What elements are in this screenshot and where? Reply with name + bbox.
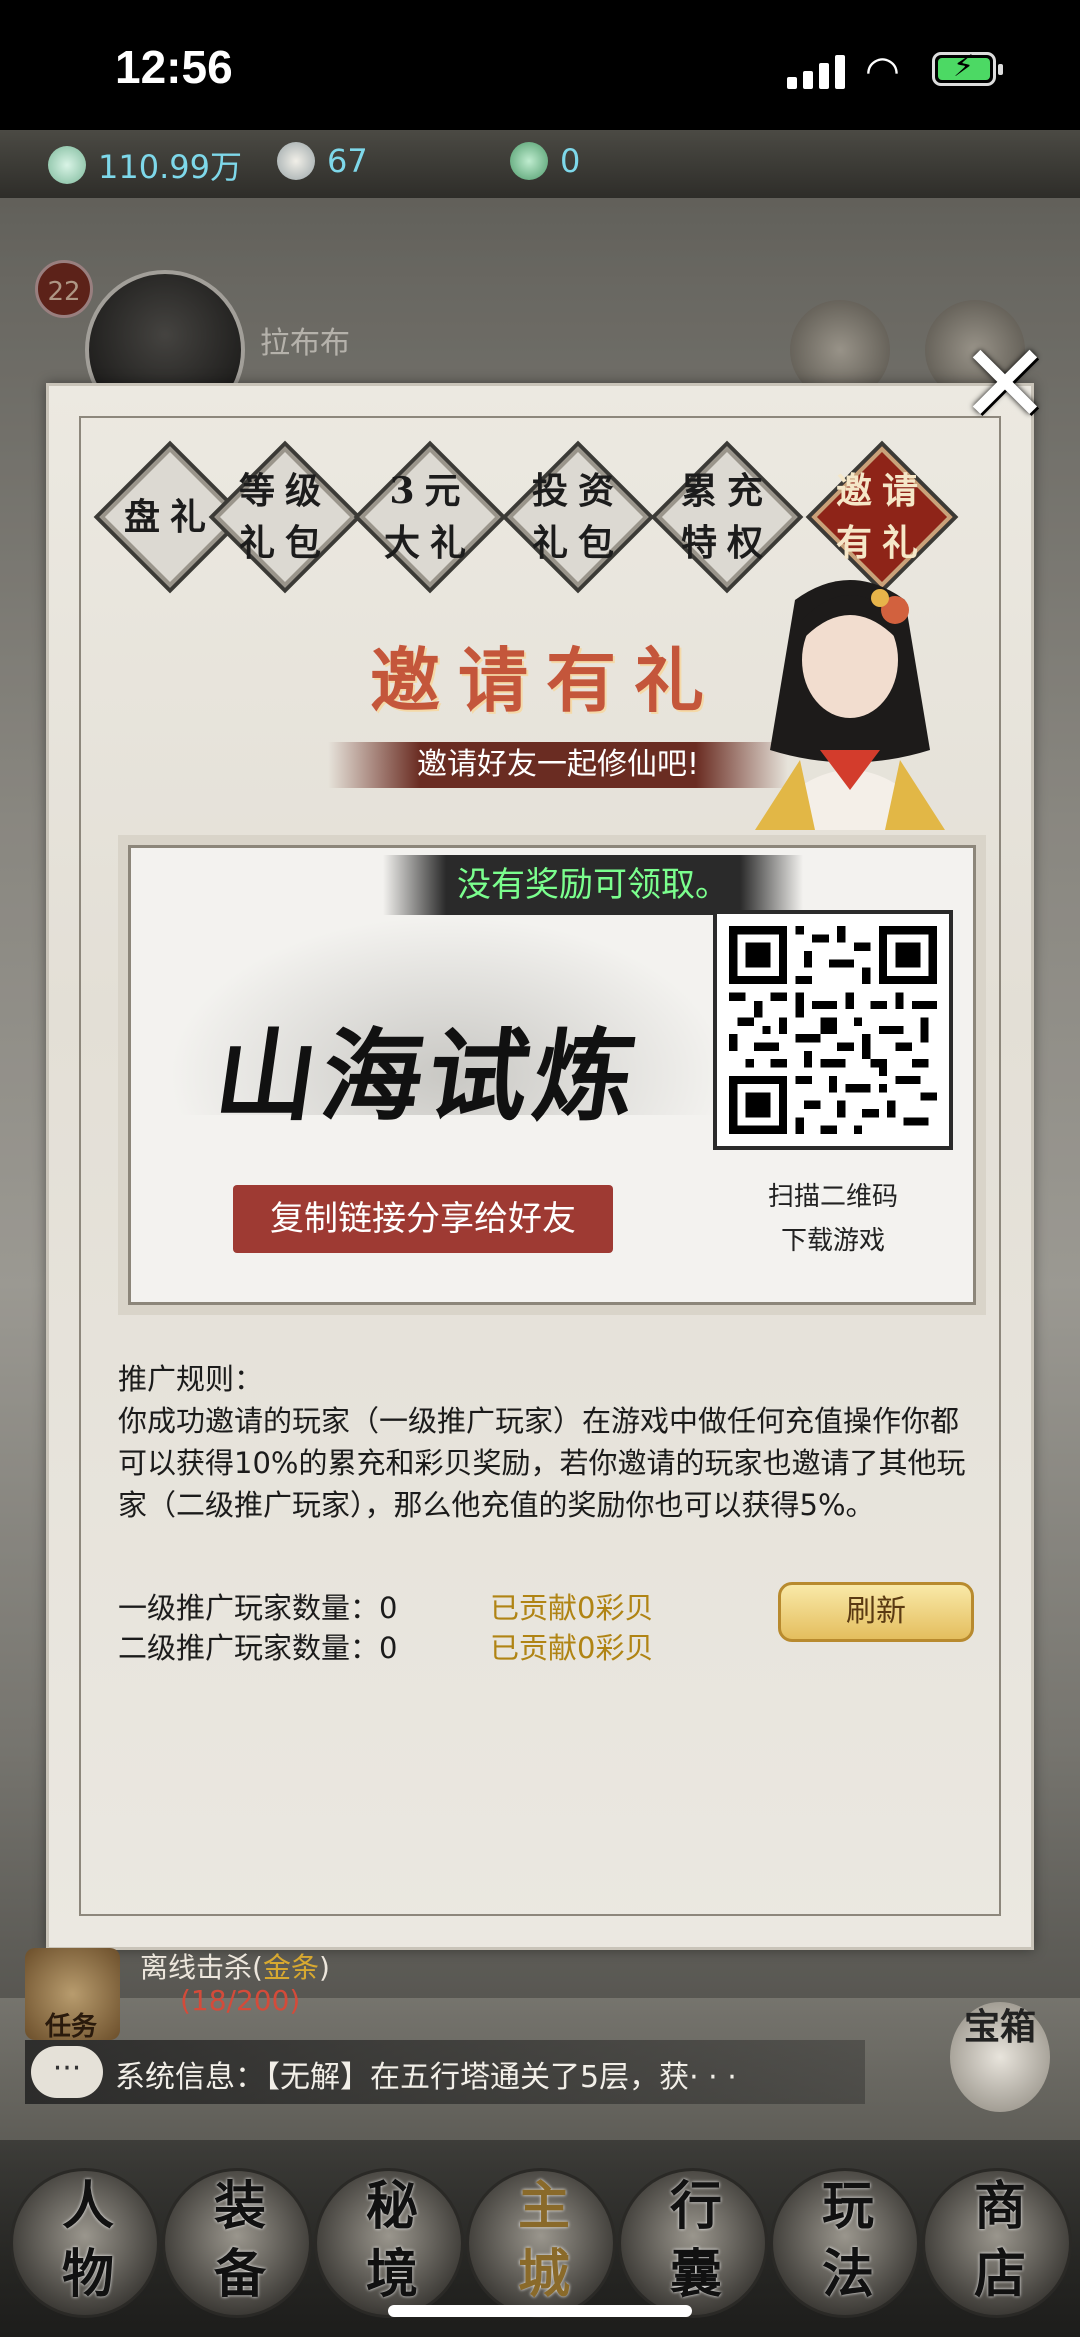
nav-label: 商店 (973, 2176, 1026, 2305)
nav-equipment[interactable]: 装备 (162, 2158, 312, 2328)
shell-icon (277, 142, 315, 180)
nav-label: 装备 (213, 2176, 266, 2305)
nav-label: 秘境 (365, 2176, 418, 2305)
nav-main-city[interactable]: 主城 (466, 2158, 616, 2328)
chat-icon[interactable]: ··· (31, 2046, 103, 2098)
shell-amount: 67 (327, 142, 368, 180)
tab-3yuan-gift[interactable]: 3元大礼 (359, 446, 501, 588)
tab-level-gift[interactable]: 等级礼包 (214, 446, 356, 588)
token-resource: 0 (510, 142, 580, 180)
home-indicator[interactable] (388, 2305, 692, 2317)
refresh-button[interactable]: 刷新 (778, 1582, 974, 1642)
system-message-text: 系统信息：【无解】在五行塔通关了5层，获· · · (115, 2060, 737, 2095)
resource-bar: 110.99万 67 0 (0, 130, 1080, 198)
task-title-end: ) (318, 1951, 330, 1984)
shell-resource: 67 (277, 142, 368, 180)
jade-resource: 110.99万 (48, 142, 242, 188)
token-icon (510, 142, 548, 180)
jade-amount: 110.99万 (98, 148, 242, 186)
tab-label: 投资礼包 (531, 470, 624, 564)
qr-caption-line1: 扫描二维码 (767, 1182, 898, 1212)
nav-label: 玩法 (821, 2176, 874, 2305)
qr-code-image (729, 926, 937, 1134)
reward-status: 没有奖励可领取。 (383, 855, 803, 915)
battery-icon: ⚡ (932, 49, 1003, 86)
token-amount: 0 (560, 142, 581, 180)
task-label: 任务 (45, 2012, 98, 2042)
jade-icon (48, 146, 86, 184)
nav-label: 人物 (61, 2176, 114, 2305)
qr-code (713, 910, 953, 1150)
status-bar: 12:56 ◠ ⚡ (0, 0, 1080, 130)
tab-label: 邀请有礼 (835, 470, 928, 564)
task-tracker[interactable]: 任务 离线击杀(金条) (18/200) (25, 1940, 525, 2050)
status-time: 12:56 (115, 41, 233, 93)
game-logo: 山海试炼 (208, 1017, 650, 1135)
nav-shop[interactable]: 商店 (922, 2158, 1072, 2328)
copy-link-button[interactable]: 复制链接分享给好友 (233, 1185, 613, 1253)
task-title: 离线击杀(金条) (140, 1946, 330, 1986)
treasure-chest-button[interactable]: 宝箱 (950, 2002, 1050, 2112)
nav-secret-realm[interactable]: 秘境 (314, 2158, 464, 2328)
tab-label: 3元大礼 (383, 470, 476, 564)
nav-label: 行囊 (669, 2176, 722, 2305)
wifi-icon: ◠ (865, 48, 900, 94)
nav-inventory[interactable]: 行囊 (618, 2158, 768, 2328)
task-title-text: 离线击杀( (140, 1951, 263, 1984)
qr-caption-line2: 下载游戏 (780, 1226, 885, 1256)
character-portrait (755, 580, 945, 830)
nav-label: 主城 (517, 2176, 570, 2305)
task-title-gold: 金条 (262, 1951, 319, 1984)
signal-icon (787, 55, 845, 89)
level1-count: 一级推广玩家数量：0 (118, 1591, 398, 1625)
tab-label: 等级礼包 (238, 470, 331, 564)
nav-gameplay[interactable]: 玩法 (770, 2158, 920, 2328)
close-button[interactable]: ✕ (955, 329, 1055, 439)
level1-contribution: 已贡献0彩贝 (490, 1591, 654, 1625)
rules-heading: 推广规则： (118, 1362, 264, 1396)
invite-card: 没有奖励可领取。 山海试炼 复制链接分享给好友 扫描二维码 下载游戏 (118, 835, 986, 1315)
task-progress: (18/200) (180, 1984, 301, 2017)
promotion-rules: 推广规则： 你成功邀请的玩家（一级推广玩家）在游戏中做任何充值操作你都可以获得1… (118, 1358, 978, 1526)
banner-title: 邀请有礼 (370, 639, 722, 722)
level2-count: 二级推广玩家数量：0 (118, 1631, 398, 1665)
rules-body: 你成功邀请的玩家（一级推广玩家）在游戏中做任何充值操作你都可以获得10%的累充和… (118, 1404, 966, 1522)
tab-invest-gift[interactable]: 投资礼包 (507, 446, 649, 588)
nav-character[interactable]: 人物 (10, 2158, 160, 2328)
tab-label: 盘礼 (123, 496, 216, 538)
qr-caption: 扫描二维码 下载游戏 (703, 1175, 963, 1263)
level2-contribution: 已贡献0彩贝 (490, 1631, 654, 1665)
system-message-bar[interactable]: ··· 系统信息：【无解】在五行塔通关了5层，获· · · (25, 2040, 865, 2104)
tab-label: 累充特权 (680, 470, 773, 564)
